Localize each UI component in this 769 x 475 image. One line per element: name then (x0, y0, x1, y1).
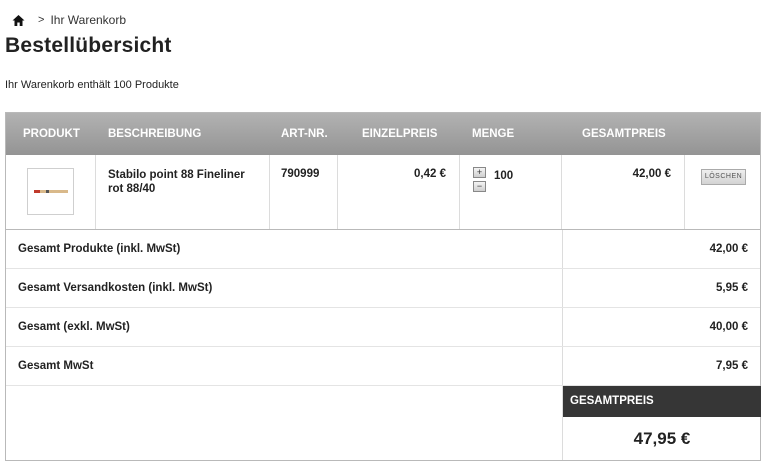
product-image[interactable] (27, 168, 74, 215)
home-icon[interactable] (12, 14, 25, 27)
breadcrumb-separator: > (38, 14, 45, 26)
cart-table: PRODUKT BESCHREIBUNG ART-NR. EINZELPREIS… (5, 112, 761, 230)
quantity-value[interactable]: 100 (494, 170, 513, 182)
totals-value: 42,00 € (709, 243, 748, 255)
totals-value: 7,95 € (716, 360, 748, 372)
totals-label: Gesamt MwSt (18, 360, 94, 372)
totals-row: Gesamt (exkl. MwSt) 40,00 € (6, 308, 760, 347)
header-unit-price: EINZELPREIS (362, 128, 438, 140)
quantity-stepper: + − (473, 167, 486, 195)
totals-label: Gesamt Produkte (inkl. MwSt) (18, 243, 181, 255)
fineliner-pen-image (34, 190, 68, 193)
totals-row: Gesamt MwSt 7,95 € (6, 347, 760, 386)
totals-row: Gesamt Versandkosten (inkl. MwSt) 5,95 € (6, 269, 760, 308)
breadcrumb-current[interactable]: Ihr Warenkorb (50, 13, 126, 27)
header-artnr: ART-NR. (281, 128, 328, 140)
product-unit-price: 0,42 € (414, 168, 446, 180)
totals-label: Gesamt Versandkosten (inkl. MwSt) (18, 282, 213, 294)
breadcrumb: > Ihr Warenkorb (12, 12, 126, 28)
cart-summary: Ihr Warenkorb enthält 100 Produkte (5, 79, 179, 91)
header-product: PRODUKT (23, 128, 80, 140)
quantity-minus-button[interactable]: − (473, 181, 486, 192)
cart-table-header: PRODUKT BESCHREIBUNG ART-NR. EINZELPREIS… (6, 113, 760, 155)
product-description[interactable]: Stabilo point 88 Fineliner rot 88/40 (108, 168, 258, 196)
product-artnr: 790999 (281, 168, 320, 180)
grand-total-value: 47,95 € (633, 429, 691, 448)
totals-label: Gesamt (exkl. MwSt) (18, 321, 130, 333)
header-quantity: MENGE (472, 128, 515, 140)
totals-row: Gesamt Produkte (inkl. MwSt) 42,00 € (6, 230, 760, 269)
delete-button[interactable]: LÖSCHEN (701, 169, 746, 185)
product-total-price: 42,00 € (632, 168, 671, 180)
totals-value: 5,95 € (716, 282, 748, 294)
totals-value: 40,00 € (709, 321, 748, 333)
grand-total-label: GESAMTPREIS (563, 386, 761, 417)
table-row: Stabilo point 88 Fineliner rot 88/40 790… (6, 155, 760, 229)
header-total-price: GESAMTPREIS (582, 128, 666, 140)
header-description: BESCHREIBUNG (108, 128, 202, 140)
totals-table: Gesamt Produkte (inkl. MwSt) 42,00 € Ges… (5, 229, 761, 461)
page-title: Bestellübersicht (5, 34, 172, 57)
quantity-plus-button[interactable]: + (473, 167, 486, 178)
